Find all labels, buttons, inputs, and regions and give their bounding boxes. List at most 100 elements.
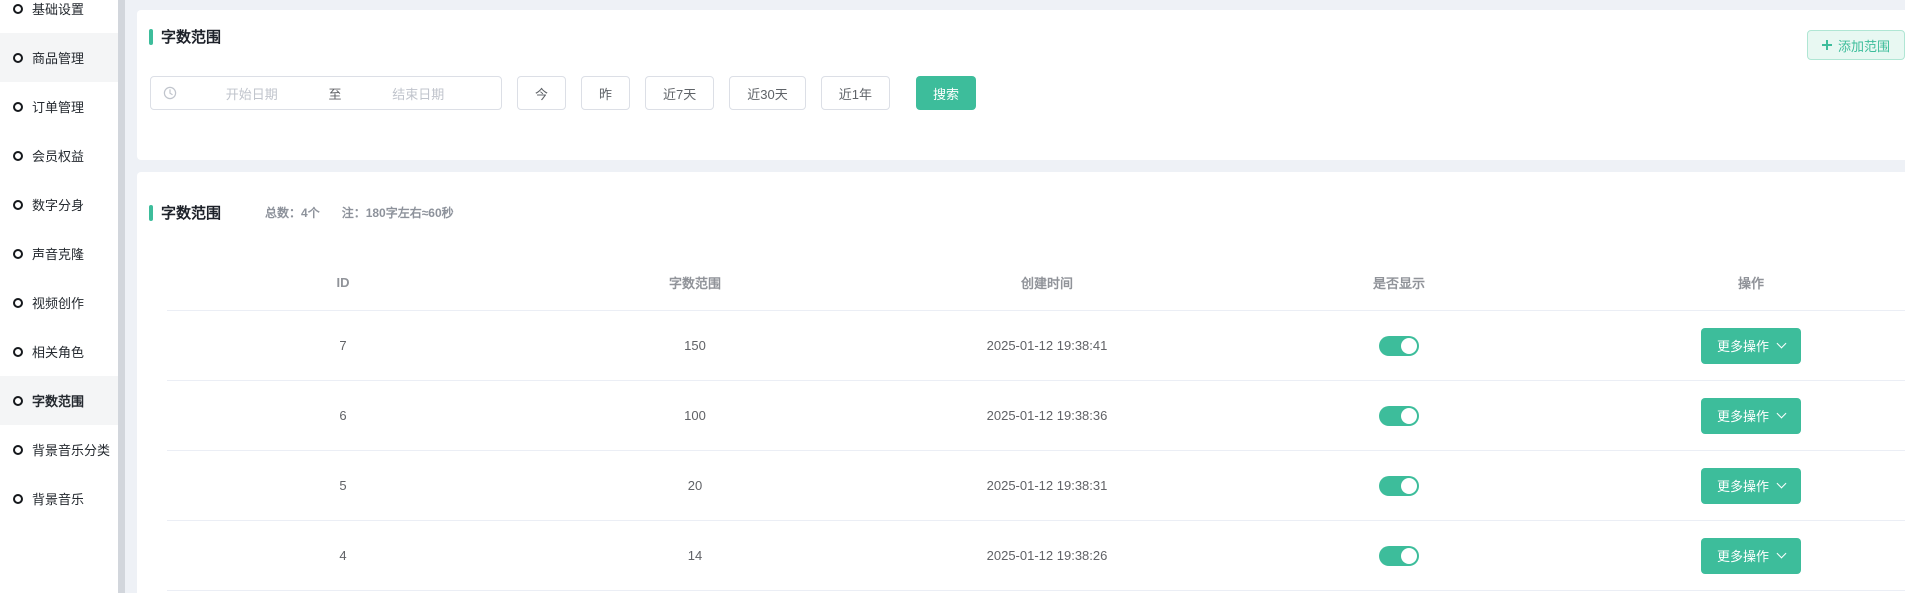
circle-icon — [13, 347, 23, 357]
circle-icon — [13, 53, 23, 63]
cell-id: 6 — [167, 408, 519, 423]
cell-word-range: 150 — [519, 338, 871, 353]
sidebar: 基础设置 商品管理 订单管理 会员权益 数字分身 声音克隆 — [0, 0, 118, 593]
table-row: 6 100 2025-01-12 19:38:36 更多操作 — [167, 381, 1905, 451]
sidebar-item-video-creation[interactable]: 视频创作 — [0, 278, 118, 327]
table-row: 4 14 2025-01-12 19:38:26 更多操作 — [167, 521, 1905, 591]
column-header-created-at: 创建时间 — [871, 273, 1223, 292]
sidebar-item-product-management[interactable]: 商品管理 — [0, 33, 118, 82]
date-range-picker[interactable]: 开始日期 至 结束日期 — [150, 76, 502, 110]
quick-range-yesterday-button[interactable]: 昨 — [581, 76, 630, 110]
main-content: 字数范围 开始日期 至 结束日期 今 昨 近7天 近 — [125, 0, 1905, 593]
sidebar-item-label: 会员权益 — [32, 146, 84, 165]
circle-icon — [13, 249, 23, 259]
quick-range-1year-button[interactable]: 近1年 — [821, 76, 890, 110]
quick-range-30days-button[interactable]: 近30天 — [729, 76, 805, 110]
sidebar-item-label: 背景音乐分类 — [32, 440, 110, 459]
sidebar-item-voice-clone[interactable]: 声音克隆 — [0, 229, 118, 278]
table-header-row: ID 字数范围 创建时间 是否显示 操作 — [167, 255, 1905, 311]
more-actions-label: 更多操作 — [1717, 336, 1769, 355]
more-actions-label: 更多操作 — [1717, 406, 1769, 425]
circle-icon — [13, 396, 23, 406]
cell-created-at: 2025-01-12 19:38:26 — [871, 548, 1223, 563]
sidebar-item-label: 字数范围 — [32, 391, 84, 410]
cell-created-at: 2025-01-12 19:38:36 — [871, 408, 1223, 423]
more-actions-button[interactable]: 更多操作 — [1701, 398, 1801, 434]
more-actions-button[interactable]: 更多操作 — [1701, 468, 1801, 504]
start-date-field[interactable]: 开始日期 — [181, 84, 323, 103]
table-row: 5 20 2025-01-12 19:38:31 更多操作 — [167, 451, 1905, 521]
circle-icon — [13, 4, 23, 14]
add-range-label: 添加范围 — [1838, 36, 1890, 55]
column-header-id: ID — [167, 275, 519, 290]
sidebar-item-label: 背景音乐 — [32, 489, 84, 508]
chevron-down-icon — [1777, 339, 1787, 349]
quick-range-7days-button[interactable]: 近7天 — [645, 76, 714, 110]
column-header-word-range: 字数范围 — [519, 273, 871, 292]
filter-card-header: 字数范围 — [149, 26, 221, 47]
sidebar-item-label: 基础设置 — [32, 0, 84, 18]
list-card: 字数范围 总数：4个 注：180字左右≈60秒 ID 字数范围 创建时间 是否显… — [137, 172, 1905, 593]
cell-created-at: 2025-01-12 19:38:41 — [871, 338, 1223, 353]
cell-created-at: 2025-01-12 19:38:31 — [871, 478, 1223, 493]
table-row: 7 150 2025-01-12 19:38:41 更多操作 — [167, 311, 1905, 381]
search-button[interactable]: 搜索 — [916, 76, 976, 110]
visibility-toggle[interactable] — [1379, 546, 1419, 566]
list-card-title: 字数范围 — [161, 202, 221, 223]
title-accent-bar — [149, 205, 153, 221]
date-range-separator: 至 — [323, 84, 348, 103]
cell-word-range: 100 — [519, 408, 871, 423]
circle-icon — [13, 494, 23, 504]
visibility-toggle[interactable] — [1379, 406, 1419, 426]
admin-page: 基础设置 商品管理 订单管理 会员权益 数字分身 声音克隆 — [0, 0, 1905, 593]
more-actions-label: 更多操作 — [1717, 546, 1769, 565]
more-actions-button[interactable]: 更多操作 — [1701, 538, 1801, 574]
circle-icon — [13, 298, 23, 308]
visibility-toggle[interactable] — [1379, 336, 1419, 356]
cell-word-range: 14 — [519, 548, 871, 563]
add-range-button[interactable]: 添加范围 — [1807, 30, 1905, 60]
word-range-table: ID 字数范围 创建时间 是否显示 操作 7 150 2025-01-12 19… — [167, 255, 1905, 591]
sidebar-item-related-roles[interactable]: 相关角色 — [0, 327, 118, 376]
cell-id: 7 — [167, 338, 519, 353]
circle-icon — [13, 102, 23, 112]
sidebar-item-bgm-category[interactable]: 背景音乐分类 — [0, 425, 118, 474]
filter-card: 字数范围 开始日期 至 结束日期 今 昨 近7天 近 — [137, 10, 1905, 160]
chevron-down-icon — [1777, 479, 1787, 489]
chevron-down-icon — [1777, 409, 1787, 419]
column-header-visible: 是否显示 — [1223, 273, 1575, 292]
cell-id: 5 — [167, 478, 519, 493]
note-text: 注：180字左右≈60秒 — [342, 204, 454, 221]
plus-icon — [1822, 40, 1832, 50]
more-actions-label: 更多操作 — [1717, 476, 1769, 495]
circle-icon — [13, 200, 23, 210]
chevron-down-icon — [1777, 549, 1787, 559]
circle-icon — [13, 151, 23, 161]
sidebar-item-label: 相关角色 — [32, 342, 84, 361]
sidebar-scrollbar[interactable] — [118, 0, 125, 593]
visibility-toggle[interactable] — [1379, 476, 1419, 496]
column-header-actions: 操作 — [1575, 273, 1905, 292]
sidebar-item-label: 视频创作 — [32, 293, 84, 312]
circle-icon — [13, 445, 23, 455]
title-accent-bar — [149, 29, 153, 45]
sidebar-item-label: 商品管理 — [32, 48, 84, 67]
sidebar-item-digital-avatar[interactable]: 数字分身 — [0, 180, 118, 229]
cell-word-range: 20 — [519, 478, 871, 493]
sidebar-item-basic-settings[interactable]: 基础设置 — [0, 0, 118, 33]
end-date-field[interactable]: 结束日期 — [348, 84, 490, 103]
list-card-header: 字数范围 总数：4个 注：180字左右≈60秒 — [149, 202, 454, 223]
sidebar-item-label: 数字分身 — [32, 195, 84, 214]
sidebar-menu: 基础设置 商品管理 订单管理 会员权益 数字分身 声音克隆 — [0, 0, 118, 523]
sidebar-item-member-benefits[interactable]: 会员权益 — [0, 131, 118, 180]
list-card-stats: 总数：4个 注：180字左右≈60秒 — [265, 204, 454, 221]
sidebar-item-bgm[interactable]: 背景音乐 — [0, 474, 118, 523]
total-count-text: 总数：4个 — [265, 204, 320, 221]
sidebar-item-label: 订单管理 — [32, 97, 84, 116]
sidebar-item-order-management[interactable]: 订单管理 — [0, 82, 118, 131]
cell-id: 4 — [167, 548, 519, 563]
filter-card-title: 字数范围 — [161, 26, 221, 47]
more-actions-button[interactable]: 更多操作 — [1701, 328, 1801, 364]
sidebar-item-word-count-range[interactable]: 字数范围 — [0, 376, 118, 425]
quick-range-today-button[interactable]: 今 — [517, 76, 566, 110]
